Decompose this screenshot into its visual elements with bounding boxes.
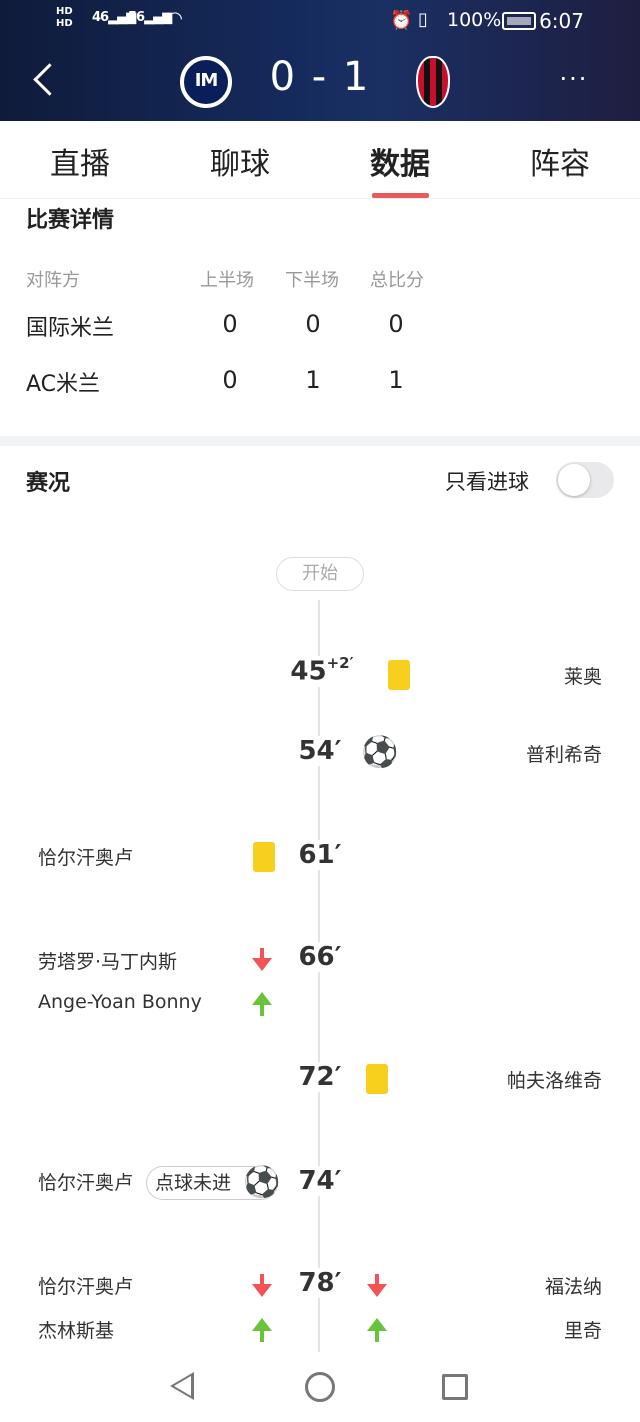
back-button[interactable] bbox=[30, 60, 64, 100]
goals-only-label: 只看进球 bbox=[445, 470, 529, 494]
alarm-icon: ⏰ bbox=[390, 10, 413, 31]
match-detail-title: 比赛详情 bbox=[26, 208, 115, 233]
tab-chat[interactable]: 聊球 bbox=[180, 139, 300, 183]
sub-out-icon bbox=[252, 948, 272, 972]
wifi-icon: ◠ bbox=[168, 8, 182, 29]
tab-bar: 直播 聊球 数据 阵容 bbox=[0, 121, 640, 199]
event-player-calhanoglu[interactable]: 恰尔汗奥卢 bbox=[38, 843, 133, 870]
event-minute-74: 74′ bbox=[275, 1166, 365, 1196]
vibrate-icon: ▯ bbox=[418, 9, 428, 30]
hd-badge-1: HD bbox=[56, 6, 73, 17]
inter-milan-logo[interactable]: IM bbox=[180, 56, 232, 108]
sub-in-icon bbox=[252, 992, 272, 1016]
goals-only-toggle[interactable] bbox=[556, 462, 614, 498]
section-divider bbox=[0, 436, 640, 446]
event-player-bonny[interactable]: Ange-Yoan Bonny bbox=[38, 991, 202, 1013]
event-minute-61: 61′ bbox=[275, 840, 365, 870]
team-name-away: AC米兰 bbox=[26, 372, 101, 397]
col-header-teams: 对阵方 bbox=[26, 270, 80, 291]
signal-icon-2: 56▂▄▆ bbox=[128, 10, 172, 25]
event-player-ricci[interactable]: 里奇 bbox=[342, 1316, 602, 1343]
col-header-first-half: 上半场 bbox=[200, 270, 254, 291]
tab-lineup[interactable]: 阵容 bbox=[500, 139, 620, 183]
col-header-total: 总比分 bbox=[370, 270, 424, 291]
col-header-second-half: 下半场 bbox=[285, 270, 339, 291]
system-nav-bar bbox=[0, 1352, 640, 1422]
clock: 6:07 bbox=[539, 9, 584, 33]
battery-percent: 100% bbox=[447, 9, 502, 31]
home-total: 0 bbox=[388, 310, 404, 338]
yellow-card-icon bbox=[253, 842, 275, 872]
tab-live[interactable]: 直播 bbox=[20, 139, 140, 183]
event-player-fofana[interactable]: 福法纳 bbox=[342, 1272, 602, 1299]
event-player-lautaro[interactable]: 劳塔罗·马丁内斯 bbox=[38, 947, 177, 974]
tab-stats[interactable]: 数据 bbox=[340, 139, 460, 183]
nav-back-icon[interactable] bbox=[170, 1372, 194, 1400]
team-name-home: 国际米兰 bbox=[26, 316, 115, 341]
sub-out-icon bbox=[252, 1274, 272, 1298]
nav-home-icon[interactable] bbox=[305, 1372, 335, 1402]
sub-in-icon bbox=[252, 1318, 272, 1342]
ac-milan-logo[interactable] bbox=[416, 56, 450, 108]
timeline-line bbox=[318, 600, 320, 1352]
penalty-missed-badge: 点球未进 ⚽ bbox=[146, 1165, 281, 1200]
event-player-zielinski[interactable]: 杰林斯基 bbox=[38, 1316, 114, 1343]
status-bar: HD HD 46▂▄▆ 56▂▄▆ ◠ ⏰ ▯ 100% 6:07 bbox=[0, 0, 640, 42]
event-player-leao[interactable]: 莱奥 bbox=[342, 662, 602, 689]
hd-badge-2: HD bbox=[56, 18, 73, 29]
nav-recents-icon[interactable] bbox=[442, 1374, 468, 1400]
network-type: HD HD bbox=[56, 6, 73, 30]
event-player-pavlovic[interactable]: 帕夫洛维奇 bbox=[342, 1066, 602, 1093]
match-score: 0 - 1 bbox=[269, 54, 371, 100]
away-second-half: 1 bbox=[305, 366, 321, 394]
home-first-half: 0 bbox=[222, 310, 238, 338]
match-header: HD HD 46▂▄▆ 56▂▄▆ ◠ ⏰ ▯ 100% 6:07 IM 0 -… bbox=[0, 0, 640, 121]
event-minute-66: 66′ bbox=[275, 942, 365, 972]
more-options-button[interactable]: ··· bbox=[552, 64, 596, 94]
battery-icon bbox=[502, 12, 536, 30]
timeline-start: 开始 bbox=[276, 557, 364, 591]
ball-icon: ⚽ bbox=[243, 1165, 281, 1200]
penalty-missed-label: 点球未进 bbox=[155, 1172, 232, 1194]
event-player-calhanoglu-2[interactable]: 恰尔汗奥卢 bbox=[38, 1168, 133, 1195]
events-title: 赛况 bbox=[26, 471, 71, 496]
active-tab-indicator bbox=[372, 193, 429, 198]
home-second-half: 0 bbox=[305, 310, 321, 338]
away-first-half: 0 bbox=[222, 366, 238, 394]
event-player-calhanoglu-3[interactable]: 恰尔汗奥卢 bbox=[38, 1272, 133, 1299]
away-total: 1 bbox=[388, 366, 404, 394]
toggle-knob bbox=[558, 464, 590, 496]
inter-logo-text: IM bbox=[194, 70, 219, 91]
event-player-pulisic[interactable]: 普利希奇 bbox=[342, 740, 602, 767]
